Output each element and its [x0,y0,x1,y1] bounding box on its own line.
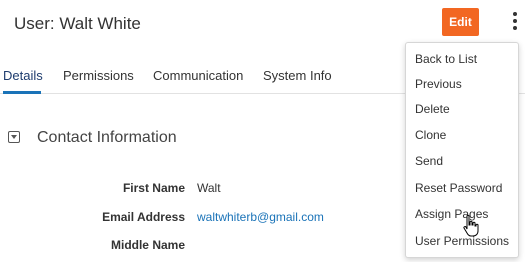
field-value-email-link[interactable]: waltwhiterb@gmail.com [197,210,324,224]
section-title: Contact Information [37,129,177,146]
page-title: User: Walt White [14,14,141,33]
tab-system-info[interactable]: System Info [263,68,332,83]
more-options-icon[interactable] [509,12,521,34]
tab-details[interactable]: Details [3,68,43,83]
field-label-first-name: First Name [122,181,185,195]
edit-button[interactable]: Edit [442,8,479,36]
menu-item-back-to-list[interactable]: Back to List [415,52,477,66]
tab-permissions[interactable]: Permissions [63,68,134,83]
tab-communication[interactable]: Communication [153,68,243,83]
field-label-middle-name: Middle Name [110,238,185,252]
menu-item-clone[interactable]: Clone [415,128,446,142]
field-value-first-name: Walt [197,181,221,195]
active-tab-indicator [3,91,41,94]
collapse-toggle-icon[interactable] [8,131,20,143]
menu-item-delete[interactable]: Delete [415,102,450,116]
menu-item-reset-password[interactable]: Reset Password [415,181,502,195]
hand-pointer-cursor-icon [463,214,479,237]
menu-item-previous[interactable]: Previous [415,77,462,91]
menu-item-send[interactable]: Send [415,154,443,168]
field-label-email: Email Address [102,210,185,224]
